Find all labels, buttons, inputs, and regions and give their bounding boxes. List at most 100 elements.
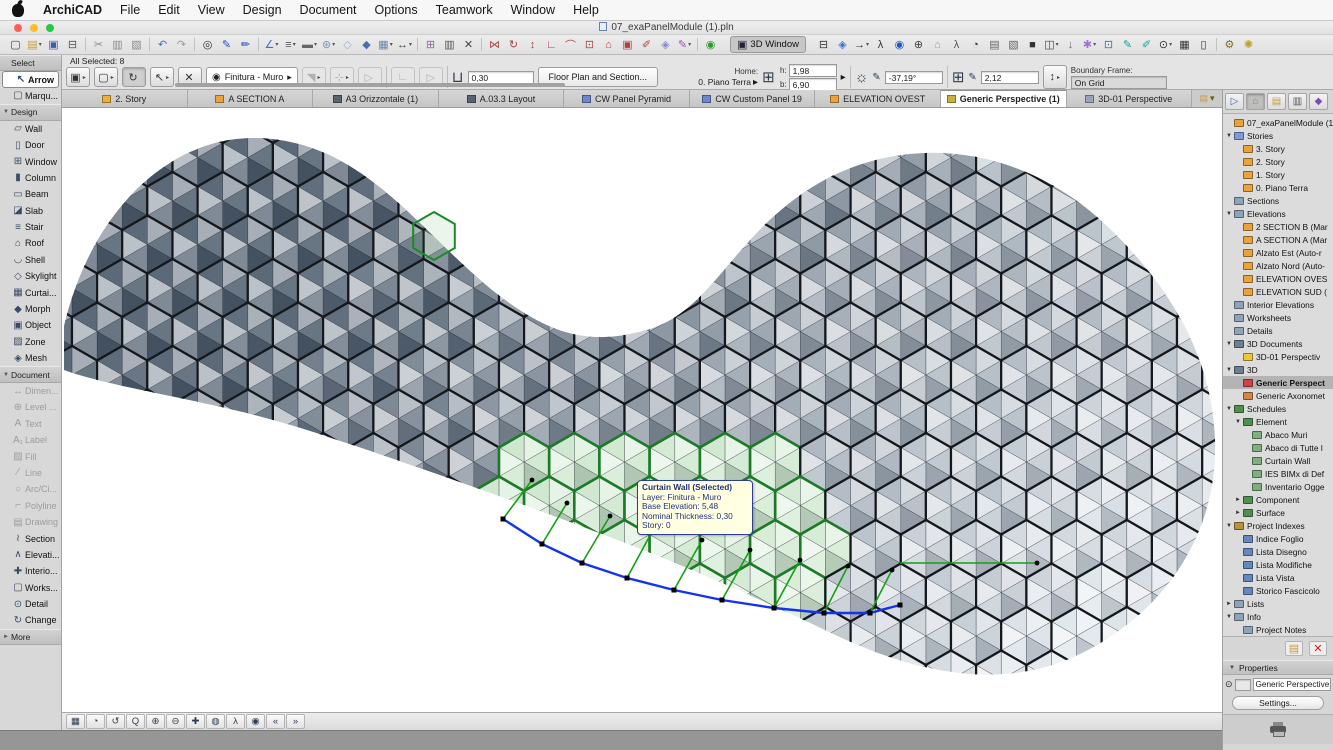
- toolbox-item[interactable]: ▭ Beam: [0, 186, 61, 202]
- toolbar-button[interactable]: [146, 36, 153, 53]
- toolbox-item[interactable]: ◪ Slab: [0, 203, 61, 219]
- toolbox-item[interactable]: ◆ Morph: [0, 301, 61, 317]
- menu-item[interactable]: Design: [234, 3, 291, 17]
- toolbar-button[interactable]: ■: [1023, 36, 1042, 53]
- view-tab[interactable]: ELEVATION OVEST: [815, 90, 941, 107]
- menu-item[interactable]: File: [111, 3, 149, 17]
- toolbar-button[interactable]: ✐: [637, 36, 656, 53]
- properties-header[interactable]: ▼Properties: [1223, 660, 1333, 675]
- home-story-value[interactable]: 0. Piano Terra: [698, 77, 751, 87]
- toolbox-item[interactable]: ○ Arc/Ci...: [0, 481, 61, 497]
- view-control-button[interactable]: ⊕: [146, 714, 165, 729]
- toolbox-item[interactable]: ▯ Door: [0, 137, 61, 153]
- toolbox-item[interactable]: ▢ Works...: [0, 580, 61, 596]
- angle-field[interactable]: -37,19°: [885, 71, 943, 84]
- toolbar-button[interactable]: ↶: [153, 36, 172, 53]
- tree-item[interactable]: Sections: [1223, 194, 1333, 207]
- tree-expand-icon[interactable]: ▼: [1226, 406, 1234, 412]
- toolbar-button[interactable]: ⊟: [63, 36, 82, 53]
- toolbox-item[interactable]: ▨ Zone: [0, 334, 61, 350]
- view-control-button[interactable]: »: [286, 714, 305, 729]
- tree-item[interactable]: 0. Piano Terra: [1223, 181, 1333, 194]
- tree-item[interactable]: Storico Fascicolo: [1223, 584, 1333, 597]
- infobox-button[interactable]: ↖▸: [150, 67, 174, 87]
- tab-overflow-button[interactable]: ▤▾: [1192, 90, 1222, 107]
- view-tab[interactable]: Generic Perspective (1): [941, 90, 1067, 107]
- toolbar-button[interactable]: ✎: [675, 36, 694, 53]
- tree-item[interactable]: ELEVATION OVES: [1223, 272, 1333, 285]
- thickness-field[interactable]: 0,30: [468, 71, 534, 84]
- toolbar-button[interactable]: ▦: [1175, 36, 1194, 53]
- navigator-mode-button[interactable]: ▤: [1267, 93, 1286, 110]
- toolbar-button[interactable]: ▥: [108, 36, 127, 53]
- toolbar-button[interactable]: [478, 36, 485, 53]
- view-control-button[interactable]: ✚: [186, 714, 205, 729]
- toolbox-item[interactable]: A₁ Label: [0, 432, 61, 448]
- tree-item[interactable]: ▼ Info: [1223, 610, 1333, 623]
- tree-item[interactable]: Alzato Est (Auto-r: [1223, 246, 1333, 259]
- tree-item[interactable]: Inventario Ogge: [1223, 480, 1333, 493]
- tree-item[interactable]: IES BIMx di Def: [1223, 467, 1333, 480]
- toolbar-button[interactable]: ∠: [262, 36, 281, 53]
- toolbar-button[interactable]: ≡: [281, 36, 300, 53]
- view-tab[interactable]: 2. Story: [62, 90, 188, 107]
- tree-item[interactable]: ELEVATION SUD (: [1223, 285, 1333, 298]
- toolbox-item[interactable]: ◡ Shell: [0, 252, 61, 268]
- tree-expand-icon[interactable]: ►: [1226, 601, 1234, 607]
- 3d-model-canvas[interactable]: [62, 108, 1222, 712]
- viewport-3d[interactable]: Curtain Wall (Selected) Layer: Finitura …: [62, 108, 1222, 712]
- toolbar-button[interactable]: ✱: [1080, 36, 1099, 53]
- tree-item[interactable]: Lista Disegno: [1223, 545, 1333, 558]
- navigator-mode-button[interactable]: ◆: [1309, 93, 1328, 110]
- toolbar-button[interactable]: ▣ 3D Window: [730, 36, 806, 53]
- tree-item[interactable]: 07_exaPanelModule (1): [1223, 116, 1333, 129]
- navigator-mode-button[interactable]: ⌂: [1246, 93, 1265, 110]
- tree-item[interactable]: Abaco Muri: [1223, 428, 1333, 441]
- tree-item[interactable]: 2. Story: [1223, 155, 1333, 168]
- h-field[interactable]: 1,98: [789, 64, 837, 77]
- toolbar-button[interactable]: ▬: [300, 36, 319, 53]
- toolbar-button[interactable]: ▥: [440, 36, 459, 53]
- toolbox-item[interactable]: Select: [0, 55, 61, 71]
- tree-item[interactable]: Generic Perspect: [1223, 376, 1333, 389]
- tree-item[interactable]: ▼ Project Indexes: [1223, 519, 1333, 532]
- toolbar-button[interactable]: ↕: [523, 36, 542, 53]
- new-viewpoint-button[interactable]: ▤: [1285, 641, 1303, 656]
- infobox-button[interactable]: ↻: [122, 67, 146, 87]
- tree-item[interactable]: ▼ 3D: [1223, 363, 1333, 376]
- b-field[interactable]: 6,90: [789, 78, 837, 91]
- menu-item[interactable]: Teamwork: [427, 3, 502, 17]
- toolbar-button[interactable]: ▧: [1004, 36, 1023, 53]
- menu-item[interactable]: Edit: [149, 3, 189, 17]
- print-icon[interactable]: [1270, 726, 1286, 733]
- toolbar-button[interactable]: ⌂: [599, 36, 618, 53]
- toolbox-item[interactable]: ⊞ Window: [0, 153, 61, 169]
- toolbar-button[interactable]: ▯: [1194, 36, 1213, 53]
- settings-button[interactable]: Settings...: [1232, 696, 1324, 710]
- tree-expand-icon[interactable]: ►: [1235, 510, 1243, 516]
- tree-item[interactable]: A SECTION A (Mar: [1223, 233, 1333, 246]
- tree-item[interactable]: ▼ Stories: [1223, 129, 1333, 142]
- toolbar-button[interactable]: →: [852, 36, 871, 53]
- toolbar-button[interactable]: ▧: [127, 36, 146, 53]
- view-tab[interactable]: A.03.3 Layout: [439, 90, 565, 107]
- tree-expand-icon[interactable]: ▼: [1226, 211, 1234, 217]
- tree-item[interactable]: ▼ Schedules: [1223, 402, 1333, 415]
- navigator-mode-button[interactable]: ▷: [1225, 93, 1244, 110]
- toolbar-button[interactable]: ✏: [236, 36, 255, 53]
- toolbar-button[interactable]: ⊟: [814, 36, 833, 53]
- toolbar-button[interactable]: [82, 36, 89, 53]
- toolbar-button[interactable]: ⊕: [909, 36, 928, 53]
- toolbar-button[interactable]: ∟: [542, 36, 561, 53]
- toolbar-button[interactable]: ⊞: [421, 36, 440, 53]
- home-caret-icon[interactable]: ▸: [753, 77, 758, 88]
- tree-expand-icon[interactable]: ▼: [1226, 133, 1234, 139]
- toolbar-button[interactable]: ▣: [618, 36, 637, 53]
- toolbox-item[interactable]: ⌐ Polyline: [0, 498, 61, 514]
- toolbox-item[interactable]: ▦ Curtai...: [0, 284, 61, 300]
- tree-item[interactable]: Lista Modifiche: [1223, 558, 1333, 571]
- toolbar-button[interactable]: ⊙: [1156, 36, 1175, 53]
- toolbar-button[interactable]: ▤: [25, 36, 44, 53]
- view-control-button[interactable]: ◔: [86, 714, 105, 729]
- toolbar-button[interactable]: ▦: [376, 36, 395, 53]
